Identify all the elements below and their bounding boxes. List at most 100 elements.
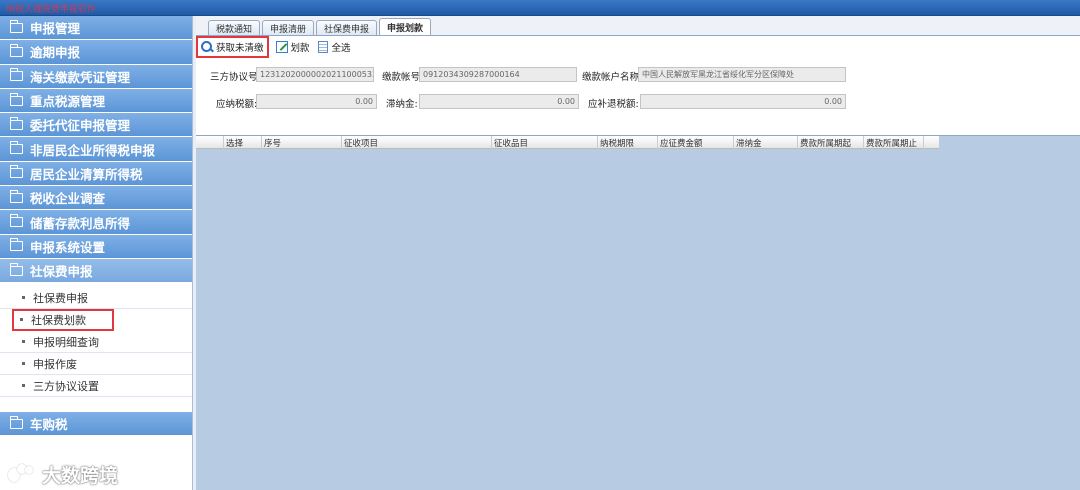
- folder-icon: [9, 415, 23, 429]
- document-icon: [317, 41, 328, 53]
- account-name-field[interactable]: 中国人民解放军黑龙江省绥化军分区保障处: [638, 67, 846, 82]
- sidebar-item-label: 重点税源管理: [30, 94, 106, 110]
- payable-label: 应纳税额:: [216, 99, 258, 110]
- refund-label: 应补退税额:: [588, 99, 639, 110]
- late-fee-field[interactable]: 0.00: [419, 94, 579, 109]
- payable-field[interactable]: 0.00: [256, 94, 377, 109]
- account-no-label: 缴款帐号:: [382, 72, 424, 83]
- grid-column-header[interactable]: 征收品目: [492, 136, 598, 149]
- bullet-icon: [22, 296, 25, 300]
- folder-icon: [9, 165, 23, 179]
- sidebar-item-nonresident-income-tax[interactable]: 非居民企业所得税申报: [0, 137, 192, 162]
- folder-open-icon: [9, 262, 23, 276]
- folder-icon: [9, 19, 23, 33]
- late-fee-label: 滞纳金:: [386, 99, 418, 110]
- select-all-button[interactable]: 全选: [315, 38, 354, 56]
- folder-icon: [9, 238, 23, 252]
- payment-form: 三方协议号: 12312020000020211000533 缴款帐号: 091…: [196, 61, 1080, 121]
- subnav-item-label: 申报作废: [33, 357, 77, 371]
- sidebar-item-key-tax-source[interactable]: 重点税源管理: [0, 88, 192, 114]
- tab-declaration-list[interactable]: 申报清册: [262, 20, 315, 35]
- bullet-icon: [22, 362, 25, 366]
- sidebar-item-label: 居民企业清算所得税: [30, 166, 143, 182]
- bullet-icon: [20, 318, 23, 322]
- agreement-no-field[interactable]: 12312020000020211000533: [256, 67, 374, 82]
- folder-icon: [9, 116, 23, 130]
- tab-bar: 税款通知 申报清册 社保费申报 申报划款: [196, 16, 1080, 36]
- subnav-item-label: 社保费申报: [33, 291, 88, 305]
- grid-column-header[interactable]: 征收项目: [342, 136, 492, 149]
- tab-tax-notice[interactable]: 税款通知: [208, 20, 261, 35]
- grid-column-header[interactable]: 选择: [224, 136, 262, 149]
- toolbar: 获取未清缴 划款 全选: [196, 36, 1080, 58]
- sidebar-item-label: 申报管理: [30, 21, 81, 37]
- subnav-item-social-security-transfer[interactable]: 社保费划款: [12, 309, 114, 332]
- sidebar-item-resident-liquidation-tax[interactable]: 居民企业清算所得税: [0, 161, 192, 187]
- sidebar-item-label: 逾期申报: [30, 45, 81, 61]
- sidebar: 申报管理逾期申报海关缴款凭证管理 重点税源管理委托代征申报管理非居民企业所得税申报…: [0, 16, 193, 490]
- tab-social-security-declaration[interactable]: 社保费申报: [316, 20, 378, 35]
- edit-icon: [275, 41, 288, 53]
- sidebar-item-label: 税收企业调查: [30, 191, 106, 207]
- folder-icon: [9, 214, 23, 228]
- folder-icon: [9, 141, 23, 155]
- grid-column-header[interactable]: 滞纳金: [734, 136, 798, 149]
- main-panel: 税款通知 申报清册 社保费申报 申报划款 获取未清缴 划款 全选 三方协议号: …: [196, 16, 1080, 490]
- grid-column-header[interactable]: 费款所属期止: [864, 136, 924, 149]
- subnav-item-declaration-detail-query[interactable]: 申报明细查询: [0, 331, 192, 354]
- select-all-label: 全选: [331, 43, 351, 54]
- folder-icon: [9, 68, 23, 82]
- subnav-item-declaration-void[interactable]: 申报作废: [0, 353, 192, 376]
- folder-icon: [9, 189, 23, 203]
- transfer-button[interactable]: 划款: [273, 38, 313, 56]
- sidebar-item-declaration-management[interactable]: 申报管理: [0, 16, 192, 41]
- sidebar-item-tax-survey[interactable]: 税收企业调查: [0, 186, 192, 211]
- window-title: 纳税人端税费申报软件: [6, 5, 97, 15]
- subnav-item-label: 申报明细查询: [33, 335, 99, 349]
- agreement-no-label: 三方协议号:: [210, 72, 261, 83]
- subnav-item-social-security-declaration[interactable]: 社保费申报: [0, 287, 192, 310]
- bullet-icon: [22, 384, 25, 388]
- account-name-label: 缴款帐户名称:: [582, 72, 643, 83]
- watermark-logo-icon: [8, 463, 38, 486]
- sidebar-item-label: 车购税: [30, 417, 68, 433]
- grid-column-header[interactable]: 序号: [262, 136, 342, 149]
- sidebar-item-system-settings[interactable]: 申报系统设置: [0, 234, 192, 259]
- sidebar-item-label: 委托代征申报管理: [30, 118, 131, 134]
- grid-column-header[interactable]: 费款所属期起: [798, 136, 864, 149]
- subnav-item-label: 三方协议设置: [33, 379, 99, 393]
- account-no-field[interactable]: 0912034309287000164: [419, 67, 577, 82]
- sidebar-item-vehicle-tax[interactable]: 车购税: [0, 412, 192, 437]
- sidebar-item-label: 非居民企业所得税申报: [30, 142, 156, 158]
- grid-column-header[interactable]: 应征费金额: [658, 136, 734, 149]
- bullet-icon: [22, 340, 25, 344]
- grid-column-header[interactable]: 纳税期限: [598, 136, 658, 149]
- sidebar-item-savings-interest[interactable]: 储蓄存款利息所得: [0, 210, 192, 235]
- folder-icon: [9, 43, 23, 57]
- search-icon: [201, 41, 213, 53]
- subnav-item-tripartite-agreement-settings[interactable]: 三方协议设置: [0, 375, 192, 398]
- sidebar-item-label: 社保费申报: [30, 264, 93, 280]
- sidebar-subnav: 社保费申报社保费划款申报明细查询 申报作废三方协议设置: [0, 283, 192, 398]
- sidebar-item-label: 储蓄存款利息所得: [30, 215, 131, 231]
- fetch-unpaid-label: 获取未清缴: [216, 43, 264, 54]
- tab-declaration-transfer[interactable]: 申报划款: [379, 18, 432, 35]
- sidebar-item-label: 申报系统设置: [30, 239, 106, 255]
- sidebar-item-label: 海关缴款凭证管理: [30, 69, 131, 85]
- sidebar-item-entrusted-collection[interactable]: 委托代征申报管理: [0, 113, 192, 138]
- sidebar-item-customs-payment[interactable]: 海关缴款凭证管理: [0, 64, 192, 89]
- window-titlebar: 纳税人端税费申报软件: [0, 0, 1080, 16]
- sidebar-item-overdue-declaration[interactable]: 逾期申报: [0, 40, 192, 65]
- data-grid: 选择 序号 征收项目 征收品目 纳税期限 应征费金额 滞纳金 费款所属期起 费款所属期止: [196, 135, 1080, 490]
- subnav-item-label: 社保费划款: [31, 313, 86, 327]
- fetch-unpaid-button[interactable]: 获取未清缴: [196, 36, 269, 58]
- grid-header: 选择 序号 征收项目 征收品目 纳税期限 应征费金额 滞纳金 费款所属期起 费款所属期止: [196, 136, 939, 149]
- folder-icon: [9, 92, 23, 106]
- watermark: 大数跨境: [8, 461, 118, 488]
- sidebar-nav-list: 申报管理逾期申报海关缴款凭证管理 重点税源管理委托代征申报管理非居民企业所得税申报…: [0, 16, 192, 259]
- refund-field[interactable]: 0.00: [640, 94, 846, 109]
- watermark-text: 大数跨境: [42, 465, 119, 487]
- transfer-label: 划款: [290, 43, 310, 54]
- sidebar-item-social-security[interactable]: 社保费申报: [0, 258, 192, 284]
- grid-column-header[interactable]: [196, 136, 224, 149]
